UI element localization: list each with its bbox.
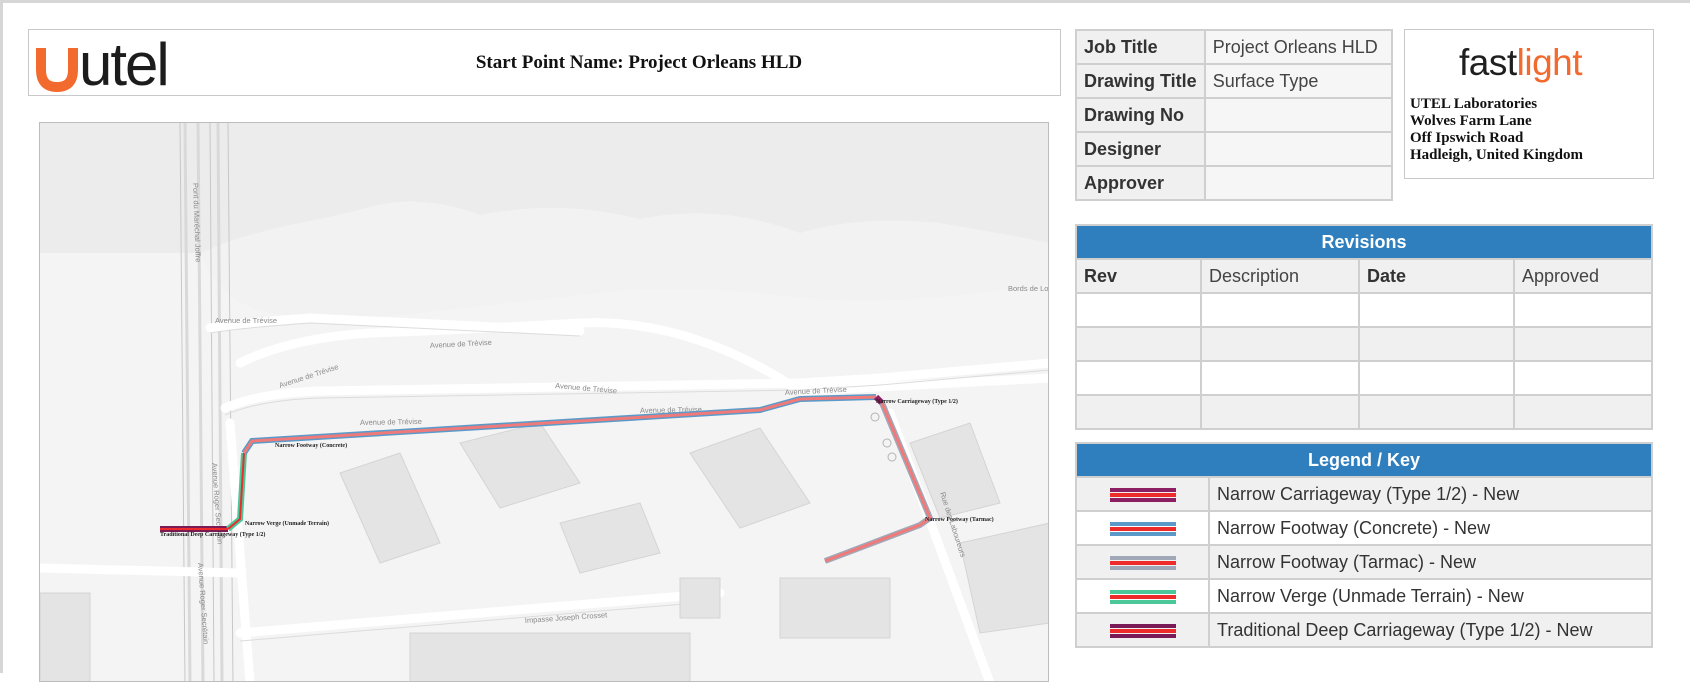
route-label: Traditional Deep Carriageway (Type 1/2)	[160, 531, 265, 538]
legend-item: Narrow Verge (Unmade Terrain) - New	[1075, 578, 1653, 614]
route-label: Narrow Footway (Concrete)	[275, 442, 347, 449]
rev-cell	[1513, 360, 1653, 396]
legend-swatch	[1109, 589, 1176, 605]
revisions-table: Revisions Rev Description Date Approved	[1075, 224, 1653, 430]
revisions-title: Revisions	[1075, 224, 1653, 260]
route-label: Narrow Carriageway (Type 1/2)	[876, 398, 958, 405]
company-line: Wolves Farm Lane	[1410, 113, 1532, 129]
rev-cell	[1200, 394, 1360, 430]
rev-cell	[1075, 394, 1202, 430]
map-canvas: Avenue de Trévise Avenue de Trévise Aven…	[40, 123, 1049, 681]
legend-swatch	[1109, 487, 1176, 503]
legend-label: Narrow Carriageway (Type 1/2) - New	[1208, 476, 1653, 512]
rev-cell	[1513, 292, 1653, 328]
info-value: Project Orleans HLD	[1203, 29, 1393, 65]
rev-cell	[1358, 292, 1515, 328]
table-row	[1075, 292, 1653, 328]
fastlight-logo-part2: light	[1516, 42, 1583, 83]
street-label: Bords de Loire	[1008, 284, 1049, 293]
rev-cell	[1200, 360, 1360, 396]
company-line: Off Ipswich Road	[1410, 130, 1524, 146]
route-map[interactable]: Avenue de Trévise Avenue de Trévise Aven…	[39, 122, 1049, 682]
legend-label: Narrow Verge (Unmade Terrain) - New	[1208, 578, 1653, 614]
company-line: Hadleigh, United Kingdom	[1410, 147, 1583, 163]
fastlight-logo: fastlight	[1459, 42, 1583, 84]
company-line: UTEL Laboratories	[1410, 96, 1538, 112]
info-value	[1203, 97, 1393, 133]
route-label: Narrow Verge (Unmade Terrain)	[245, 520, 329, 527]
utel-logo: utel	[36, 31, 170, 92]
legend-swatch	[1109, 623, 1176, 639]
rev-cell	[1358, 394, 1515, 430]
rev-cell	[1075, 326, 1202, 362]
legend-table: Legend / Key Narrow Carriageway (Type 1/…	[1075, 442, 1653, 648]
legend-item: Narrow Carriageway (Type 1/2) - New	[1075, 476, 1653, 512]
rev-column-header: Rev	[1075, 258, 1202, 294]
rev-cell	[1358, 326, 1515, 362]
drawing-header: utel Start Point Name: Project Orleans H…	[28, 29, 1061, 96]
legend-label: Traditional Deep Carriageway (Type 1/2) …	[1208, 612, 1653, 648]
info-value: Surface Type	[1203, 63, 1393, 99]
company-box: fastlight UTEL Laboratories Wolves Farm …	[1404, 29, 1654, 179]
info-value	[1203, 131, 1393, 167]
rev-column-header: Date	[1358, 258, 1515, 294]
info-value	[1203, 165, 1393, 201]
rev-column-header: Approved	[1513, 258, 1653, 294]
table-row	[1075, 326, 1653, 362]
info-key: Job Title	[1075, 29, 1206, 65]
legend-item: Narrow Footway (Concrete) - New	[1075, 510, 1653, 546]
table-row	[1075, 360, 1653, 396]
rev-column-header: Description	[1200, 258, 1360, 294]
route-label: Narrow Footway (Tarmac)	[925, 516, 994, 523]
rev-cell	[1513, 326, 1653, 362]
legend-label: Narrow Footway (Concrete) - New	[1208, 510, 1653, 546]
info-key: Approver	[1075, 165, 1206, 201]
rev-cell	[1358, 360, 1515, 396]
rev-cell	[1075, 360, 1202, 396]
legend-item: Traditional Deep Carriageway (Type 1/2) …	[1075, 612, 1653, 648]
street-label: Avenue de Trévise	[215, 316, 277, 325]
legend-swatch	[1109, 555, 1176, 571]
info-key: Designer	[1075, 131, 1206, 167]
info-key: Drawing No	[1075, 97, 1206, 133]
rev-cell	[1513, 394, 1653, 430]
info-key: Drawing Title	[1075, 63, 1206, 99]
start-point-title: Start Point Name: Project Orleans HLD	[475, 52, 803, 73]
legend-title: Legend / Key	[1075, 442, 1653, 478]
utel-logo-text: utel	[79, 31, 168, 92]
fastlight-logo-part1: fast	[1459, 42, 1517, 83]
legend-swatch	[1109, 521, 1176, 537]
rev-cell	[1075, 292, 1202, 328]
legend-label: Narrow Footway (Tarmac) - New	[1208, 544, 1653, 580]
rev-cell	[1200, 326, 1360, 362]
drawing-info-table: Job Title Project Orleans HLD Drawing Tit…	[1075, 29, 1393, 201]
street-label: Avenue de Trévise	[360, 417, 422, 427]
legend-item: Narrow Footway (Tarmac) - New	[1075, 544, 1653, 580]
table-row	[1075, 394, 1653, 430]
rev-cell	[1200, 292, 1360, 328]
company-address: UTEL Laboratories Wolves Farm Lane Off I…	[1410, 96, 1583, 164]
